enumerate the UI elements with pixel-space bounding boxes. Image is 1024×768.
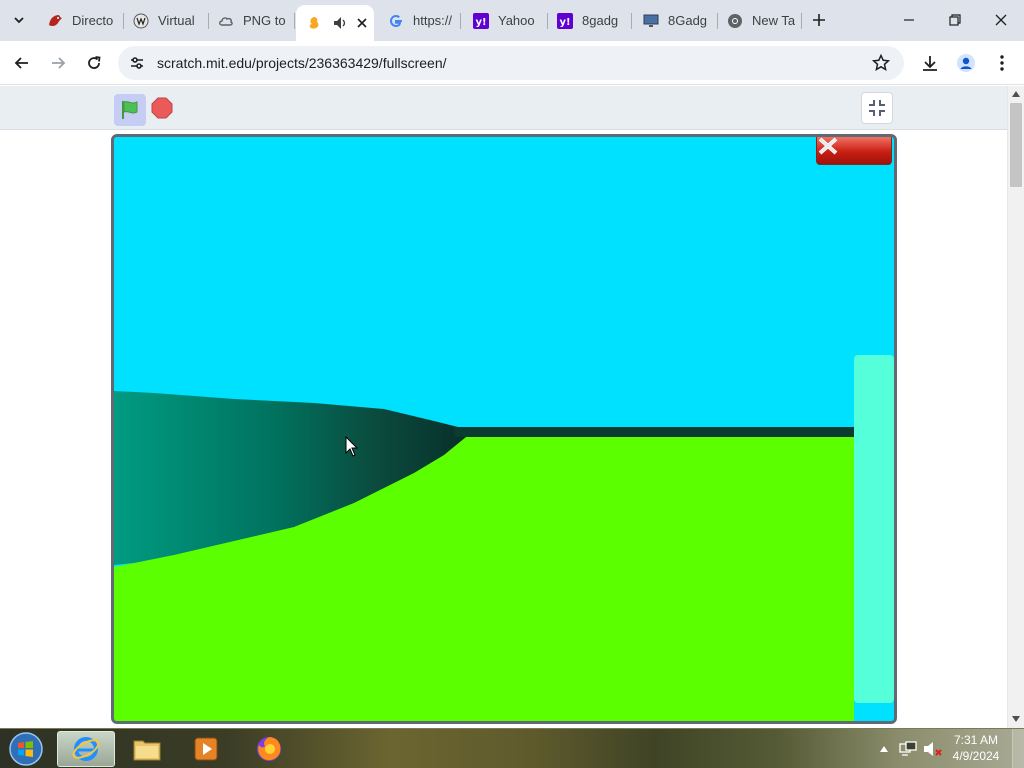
tab-scratch-active[interactable]	[296, 5, 374, 41]
close-x-icon	[818, 137, 838, 155]
red-bird-favicon	[47, 13, 63, 29]
arrow-right-icon	[52, 57, 66, 69]
restore-button[interactable]	[932, 0, 978, 40]
scratch-controls-bar	[0, 86, 1007, 130]
stage-scene	[114, 137, 894, 721]
network-tray-icon[interactable]	[898, 729, 918, 768]
address-bar[interactable]: scratch.mit.edu/projects/236363429/fulls…	[118, 46, 904, 80]
tab-title: https://	[413, 13, 453, 28]
monitor-favicon	[643, 13, 659, 29]
minimize-button[interactable]	[886, 0, 932, 40]
close-window-button[interactable]	[978, 0, 1024, 40]
scroll-down-icon[interactable]	[1011, 714, 1021, 724]
tab-title: New Ta	[752, 13, 796, 28]
pillar	[854, 355, 894, 703]
taskbar-firefox[interactable]	[240, 731, 298, 767]
star-icon[interactable]	[872, 54, 890, 72]
tab-google[interactable]: https://	[379, 8, 461, 33]
tab-title: Yahoo	[498, 13, 535, 28]
menu-button[interactable]	[988, 49, 1016, 77]
start-button[interactable]	[6, 730, 46, 768]
tab-8gadg-2[interactable]: 8Gadg	[634, 8, 718, 33]
taskbar-clock[interactable]: 7:31 AM 4/9/2024	[944, 732, 1008, 764]
clock-date: 4/9/2024	[952, 749, 1000, 763]
tab-title: Virtual	[158, 13, 195, 28]
collapse-icon	[869, 100, 885, 116]
network-icon	[899, 741, 917, 756]
tab-title: 8gadg	[582, 13, 619, 28]
volume-tray-icon[interactable]	[922, 729, 944, 768]
url-text[interactable]: scratch.mit.edu/projects/236363429/fulls…	[157, 55, 447, 71]
reload-button[interactable]	[80, 49, 108, 77]
clock-time: 7:31 AM	[953, 733, 999, 747]
volume-muted-icon	[924, 742, 942, 756]
distant-ridge	[454, 427, 854, 437]
tab-search-button[interactable]	[6, 7, 32, 33]
new-tab-button[interactable]	[807, 8, 831, 32]
tab-8gadg[interactable]: y! 8gadg	[548, 8, 632, 33]
google-favicon	[388, 13, 404, 29]
download-icon	[923, 56, 937, 71]
page-content	[0, 86, 1007, 728]
windows-taskbar: 7:31 AM 4/9/2024	[0, 728, 1024, 768]
tab-title: PNG to	[243, 13, 286, 28]
chevron-down-icon	[14, 17, 24, 24]
scrollbar-thumb[interactable]	[1010, 103, 1022, 187]
chrome-favicon	[727, 13, 743, 29]
windows-logo-icon	[9, 732, 43, 766]
svg-text:y!: y!	[560, 17, 571, 28]
scroll-up-icon[interactable]	[1011, 89, 1021, 99]
folder-icon	[133, 740, 161, 761]
cloud-favicon	[218, 13, 234, 29]
forward-button[interactable]	[44, 49, 72, 77]
caret-up-icon	[880, 746, 888, 752]
mouse-cursor-icon	[345, 436, 359, 457]
show-desktop-button[interactable]	[1012, 729, 1024, 768]
yahoo-favicon: y!	[557, 12, 573, 29]
restore-icon	[949, 14, 961, 26]
tab-virtual[interactable]: Virtual	[124, 8, 209, 33]
tab-strip: Directo Virtual PNG to https:// y! Yahoo…	[0, 0, 1024, 41]
plus-icon	[813, 14, 825, 26]
speaker-icon[interactable]	[332, 15, 348, 31]
minimize-icon	[904, 19, 914, 21]
taskbar-media-player[interactable]	[177, 731, 235, 767]
tab-new-tab[interactable]: New Ta	[718, 8, 802, 33]
reload-icon	[88, 56, 101, 69]
show-hidden-icons-button[interactable]	[877, 729, 891, 768]
tab-yahoo[interactable]: y! Yahoo	[464, 8, 548, 33]
profile-icon	[957, 54, 975, 72]
scratch-favicon	[306, 15, 322, 31]
taskbar-file-explorer[interactable]	[118, 731, 176, 767]
tab-title: 8Gadg	[668, 13, 708, 28]
stage-close-button[interactable]	[816, 137, 892, 165]
green-flag-icon	[122, 101, 138, 119]
media-player-icon	[194, 737, 218, 761]
back-button[interactable]	[8, 49, 36, 77]
page-scrollbar[interactable]	[1007, 86, 1024, 728]
downloads-button[interactable]	[916, 49, 944, 77]
green-flag-button[interactable]	[114, 94, 146, 126]
stop-icon	[151, 97, 173, 119]
tab-directo[interactable]: Directo	[38, 8, 124, 33]
svg-text:y!: y!	[476, 17, 487, 28]
tab-png-to[interactable]: PNG to	[209, 8, 295, 33]
profile-button[interactable]	[952, 49, 980, 77]
internet-explorer-icon	[72, 737, 100, 761]
yahoo-favicon: y!	[473, 12, 489, 29]
browser-toolbar: scratch.mit.edu/projects/236363429/fulls…	[0, 41, 1024, 85]
tab-close-icon[interactable]	[354, 15, 370, 31]
site-settings-icon[interactable]	[128, 54, 146, 72]
more-vert-icon	[1000, 55, 1004, 71]
tab-title: Directo	[72, 13, 114, 28]
arrow-left-icon	[14, 57, 28, 69]
project-stage[interactable]	[111, 134, 897, 724]
firefox-icon	[257, 737, 281, 761]
stop-button[interactable]	[151, 97, 173, 119]
taskbar-internet-explorer[interactable]	[57, 731, 115, 767]
wikipedia-favicon	[133, 13, 149, 29]
close-icon	[995, 14, 1007, 26]
exit-fullscreen-button[interactable]	[861, 92, 893, 124]
